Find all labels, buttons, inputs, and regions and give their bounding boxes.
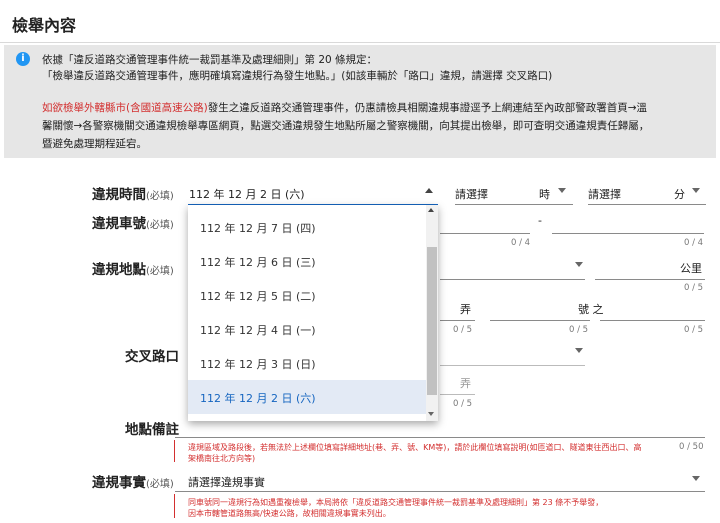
notice-line-3-rest: 發生之違反道路交通管理事件，仍惠請檢具相關違規事證逕予上網連結至內政部警政署首頁… xyxy=(207,102,647,114)
date-option[interactable]: 112 年 12 月 7 日 (四) xyxy=(188,210,426,244)
location-label: 違規地點(必填) xyxy=(92,262,174,278)
plate-counter-1: 0 / 4 xyxy=(511,238,531,248)
hour-select[interactable]: 請選擇 xyxy=(455,186,488,202)
remark-counter: 0 / 50 xyxy=(679,442,704,452)
lane-input[interactable] xyxy=(440,320,475,321)
sub-number-input[interactable] xyxy=(600,320,705,321)
lane-counter: 0 / 5 xyxy=(453,325,473,335)
caret-down-icon[interactable] xyxy=(558,188,566,193)
fact-hint-1: 同車號同一違規行為如遇重複檢舉，本局將依「違反道路交通管理事件統一裁罰基準及處理… xyxy=(188,498,604,507)
km-input[interactable] xyxy=(595,279,705,280)
plate-counter-2: 0 / 4 xyxy=(684,238,704,248)
minute-unit: 分 xyxy=(674,188,685,201)
remark-hint-2: 架橋南往北方向等) xyxy=(188,454,256,463)
intersection-lane-unit: 弄 xyxy=(460,377,471,390)
km-unit: 公里 xyxy=(680,262,702,275)
scroll-up-icon[interactable] xyxy=(428,208,434,212)
title-divider xyxy=(0,42,720,43)
fact-select-underline xyxy=(175,491,705,492)
caret-up-icon[interactable] xyxy=(425,188,433,193)
sub-number-counter: 0 / 5 xyxy=(684,325,704,335)
notice-line-1: 依據「違反道路交通管理事件統一裁罰基準及處理細則」第 20 條規定： xyxy=(42,54,378,66)
page-title: 檢舉內容 xyxy=(12,16,77,35)
date-option[interactable]: 112 年 12 月 6 日 (三) xyxy=(188,244,426,278)
date-option[interactable]: 112 年 12 月 4 日 (一) xyxy=(188,312,426,346)
dropdown-scrollbar-thumb[interactable] xyxy=(427,247,437,395)
time-label: 違規時間(必填) xyxy=(92,187,174,203)
lane-unit: 弄 xyxy=(460,303,471,316)
caret-down-icon[interactable] xyxy=(575,262,583,267)
caret-down-icon[interactable] xyxy=(692,476,700,481)
remark-input[interactable] xyxy=(175,437,705,438)
date-option-selected[interactable]: 112 年 12 月 2 日 (六) xyxy=(188,380,426,414)
notice-line-4: 馨關懷→各警察機關交通違規檢舉專區網頁，點選交通違規發生地點所屬之警察機關，向其… xyxy=(42,120,650,132)
intersection-lane-input[interactable] xyxy=(440,394,475,395)
fact-hint-2: 因本市轄管道路無高/快速公路，故相關違規事實未列出。 xyxy=(188,509,391,518)
intersection-label: 交叉路口 xyxy=(125,349,179,365)
remark-hint: 違規區域及路段後，若無法於上述欄位填寫詳細地址(巷、弄、號、KM等)，請於此欄位… xyxy=(188,443,642,452)
remark-hint-bar xyxy=(174,440,175,462)
intersection-lane-counter: 0 / 5 xyxy=(453,399,473,409)
hour-unit: 時 xyxy=(539,188,550,201)
caret-down-icon[interactable] xyxy=(692,188,700,193)
km-counter: 0 / 5 xyxy=(684,283,704,293)
date-dropdown-menu: 112 年 12 月 7 日 (四) 112 年 12 月 6 日 (三) 11… xyxy=(188,205,438,421)
plate-separator: - xyxy=(538,214,542,227)
intersection-road-select[interactable] xyxy=(440,365,585,366)
date-option[interactable]: 112 年 12 月 5 日 (二) xyxy=(188,278,426,312)
hour-underline xyxy=(455,204,573,205)
number-unit: 號 之 xyxy=(578,303,604,316)
minute-select[interactable]: 請選擇 xyxy=(588,186,621,202)
date-select-value[interactable]: 112 年 12 月 2 日 (六) xyxy=(189,186,305,202)
notice-line-3: 如欲檢舉外轄縣市(含國道高速公路)發生之違反道路交通管理事件，仍惠請檢具相關違規… xyxy=(42,100,647,115)
date-option[interactable]: 112 年 12 月 3 日 (日) xyxy=(188,346,426,380)
notice-red-text: 如欲檢舉外轄縣市(含國道高速公路) xyxy=(42,102,208,114)
fact-select[interactable]: 請選擇違規事實 xyxy=(188,474,265,490)
road-select-underline[interactable] xyxy=(440,279,585,280)
plate-label: 違規車號(必填) xyxy=(92,216,174,232)
scroll-down-icon[interactable] xyxy=(428,412,434,416)
fact-label: 違規事實(必填) xyxy=(92,475,174,491)
remark-label: 地點備註 xyxy=(125,422,179,438)
minute-underline xyxy=(588,204,706,205)
number-input[interactable] xyxy=(490,320,590,321)
notice-line-2: 「檢舉違反道路交通管理事件，應明確填寫違規行為發生地點。」(如該車輛於「路口」違… xyxy=(42,70,553,82)
plate-part2-input[interactable] xyxy=(552,233,704,234)
notice-line-5: 暨避免處理期程延宕。 xyxy=(42,138,147,150)
caret-down-icon[interactable] xyxy=(575,348,583,353)
info-icon: i xyxy=(16,52,30,66)
fact-hint-bar xyxy=(174,494,175,518)
number-counter: 0 / 5 xyxy=(569,325,589,335)
plate-part1-input[interactable] xyxy=(440,233,530,234)
